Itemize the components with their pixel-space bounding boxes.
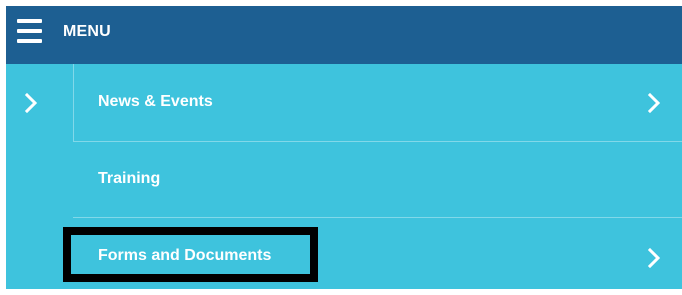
menu-item-label[interactable]: Forms and Documents — [98, 247, 271, 265]
chevron-right-icon[interactable] — [25, 93, 37, 113]
chevron-right-icon[interactable] — [648, 248, 660, 268]
menu-items: News & Events Training Forms and Documen… — [6, 64, 682, 289]
menu-item-forms-documents[interactable]: Forms and Documents — [6, 219, 682, 295]
chevron-right-icon[interactable] — [648, 93, 660, 113]
menu-item-label[interactable]: News & Events — [98, 93, 213, 111]
menu-item-news-events[interactable]: News & Events — [6, 64, 682, 140]
menu-item-label[interactable]: Training — [98, 170, 160, 188]
hamburger-icon[interactable] — [17, 19, 42, 43]
menu-item-training[interactable]: Training — [6, 142, 682, 218]
menu-title[interactable]: MENU — [63, 23, 111, 41]
navigation-menu: MENU News & Events Training Forms and Do… — [6, 6, 682, 289]
menu-header[interactable]: MENU — [6, 6, 682, 64]
